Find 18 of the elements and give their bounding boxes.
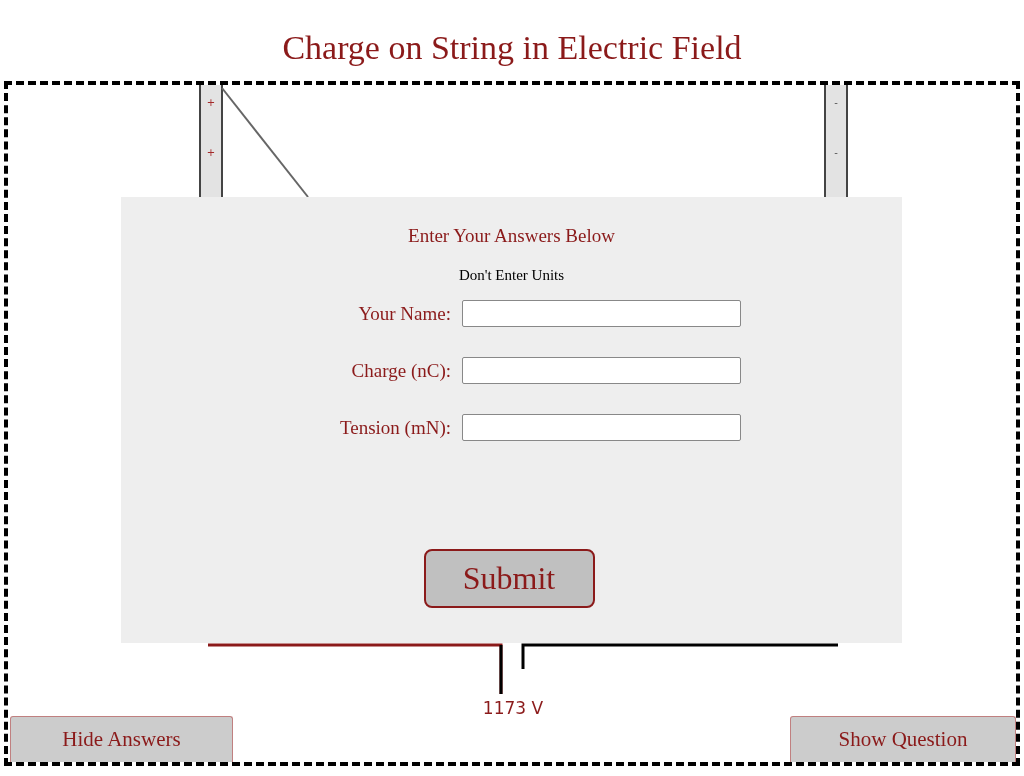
- submit-button[interactable]: Submit: [423, 549, 595, 608]
- charge-sign: +: [205, 148, 217, 158]
- field-label: Your Name:: [357, 302, 452, 325]
- charge-sign: +: [205, 98, 217, 108]
- panel-heading: Enter Your Answers Below: [408, 225, 615, 247]
- voltage-label: 1173 V: [481, 698, 545, 718]
- input-field[interactable]: [462, 357, 741, 384]
- input-field[interactable]: [462, 300, 741, 327]
- page-title: Charge on String in Electric Field: [282, 28, 742, 68]
- hide-answers-button[interactable]: Hide Answers: [10, 716, 233, 762]
- wire-stub: [499, 645, 503, 694]
- show-question-button[interactable]: Show Question: [790, 716, 1016, 762]
- units-note: Don't Enter Units: [458, 267, 565, 284]
- input-field[interactable]: [462, 414, 741, 441]
- charge-sign: -: [833, 148, 839, 158]
- field-label: Charge (nC):: [350, 359, 452, 382]
- charge-sign: -: [833, 98, 839, 108]
- field-label: Tension (mN):: [338, 416, 452, 439]
